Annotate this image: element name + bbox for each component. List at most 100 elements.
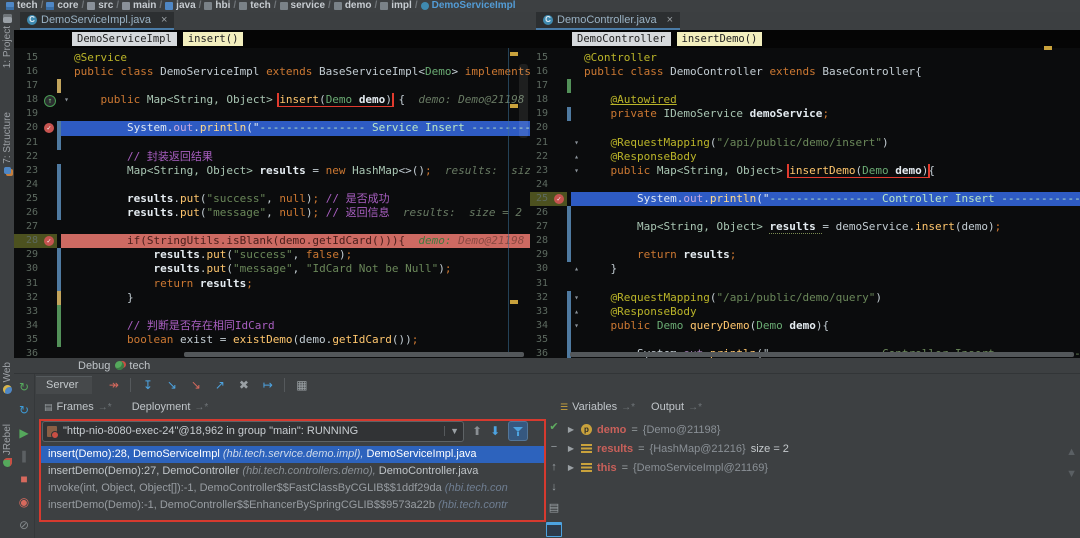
- chevron-down-icon[interactable]: ▼: [444, 426, 459, 436]
- fold-marker[interactable]: ▾: [571, 164, 582, 178]
- resume-program-button[interactable]: ▶: [16, 425, 32, 441]
- fold-marker[interactable]: [571, 178, 582, 192]
- toolwindow-structure[interactable]: 7: Structure: [0, 112, 14, 174]
- tab-democontroller-java[interactable]: C DemoController.java ×: [536, 12, 680, 30]
- line-number[interactable]: 20: [14, 121, 43, 135]
- code-line[interactable]: 29 return results;: [530, 248, 1080, 262]
- fold-marker[interactable]: [61, 79, 72, 93]
- fold-marker[interactable]: [571, 234, 582, 248]
- code-line[interactable]: 18 @Autowired: [530, 93, 1080, 107]
- gutter-icon-slot[interactable]: [43, 248, 57, 262]
- breadcrumb-member[interactable]: insert(): [183, 32, 244, 46]
- breakpoint-icon[interactable]: ✓: [554, 194, 564, 204]
- line-number[interactable]: 16: [530, 65, 553, 79]
- code-line[interactable]: 35 boolean exist = existDemo(demo.getIdC…: [14, 333, 530, 347]
- fold-marker[interactable]: [571, 65, 582, 79]
- tab-deployment[interactable]: Deployment →*: [124, 399, 217, 415]
- gutter-icon-slot[interactable]: [43, 150, 57, 164]
- step-out-button[interactable]: ↗: [212, 378, 227, 392]
- code-line[interactable]: 17: [14, 79, 530, 93]
- breadcrumb-item-src[interactable]: src: [87, 0, 113, 11]
- gutter-icon-slot[interactable]: [553, 234, 567, 248]
- code-line[interactable]: 25✓ System.out.println("----------------…: [530, 192, 1080, 206]
- gutter-icon-slot[interactable]: ✓: [43, 234, 57, 248]
- fold-marker[interactable]: [571, 192, 582, 206]
- fold-marker[interactable]: [61, 107, 72, 121]
- close-icon[interactable]: ×: [667, 14, 673, 26]
- fold-marker[interactable]: [571, 51, 582, 65]
- line-number[interactable]: 18: [530, 93, 553, 107]
- line-number[interactable]: 35: [14, 333, 43, 347]
- code-line[interactable]: 24: [530, 178, 1080, 192]
- breadcrumb-item-tech[interactable]: tech: [239, 0, 271, 11]
- editor-scrollbar[interactable]: [519, 64, 528, 138]
- fold-marker[interactable]: [571, 79, 582, 93]
- fold-marker[interactable]: [61, 291, 72, 305]
- gutter-icon-slot[interactable]: [43, 333, 57, 347]
- fold-marker[interactable]: [61, 206, 72, 220]
- breakpoint-icon[interactable]: ✓: [44, 236, 54, 246]
- tab-output[interactable]: Output →*: [643, 399, 710, 415]
- gutter-icon-slot[interactable]: [553, 291, 567, 305]
- expand-arrow-icon[interactable]: ▶: [566, 425, 576, 434]
- code-line[interactable]: 15@Service: [14, 51, 530, 65]
- update-application-button[interactable]: ↻: [16, 402, 32, 418]
- code-line[interactable]: 24: [14, 178, 530, 192]
- mute-breakpoints-button[interactable]: ⊘: [16, 517, 32, 533]
- gutter-icon-slot[interactable]: [553, 164, 567, 178]
- code-line[interactable]: 27: [14, 220, 530, 234]
- line-number[interactable]: 25: [14, 192, 43, 206]
- code-line[interactable]: 25 results.put("success", null); // 是否成功: [14, 192, 530, 206]
- fold-marker[interactable]: [61, 220, 72, 234]
- fold-marker[interactable]: [61, 121, 72, 135]
- line-number[interactable]: 34: [14, 319, 43, 333]
- gutter-icon-slot[interactable]: [553, 319, 567, 333]
- gutter-icon-slot[interactable]: [43, 291, 57, 305]
- expand-arrow-icon[interactable]: ▶: [566, 444, 576, 453]
- gutter-icon-slot[interactable]: [553, 51, 567, 65]
- code-line[interactable]: 21: [14, 136, 530, 150]
- breakpoint-icon[interactable]: ✓: [44, 123, 54, 133]
- gutter-icon-slot[interactable]: [43, 178, 57, 192]
- fold-marker[interactable]: [61, 305, 72, 319]
- thread-selector[interactable]: "http-nio-8080-exec-24"@18,962 in group …: [42, 421, 464, 442]
- fold-marker[interactable]: [61, 192, 72, 206]
- pause-program-button[interactable]: ∥: [16, 448, 32, 464]
- gutter-icon-slot[interactable]: [553, 65, 567, 79]
- fold-marker[interactable]: ▾: [61, 93, 72, 107]
- tab-frames[interactable]: ▤ Frames →*: [36, 399, 120, 415]
- line-number[interactable]: 31: [14, 277, 43, 291]
- line-number[interactable]: 35: [530, 333, 553, 347]
- line-number[interactable]: 28: [530, 234, 553, 248]
- fold-marker[interactable]: [61, 136, 72, 150]
- line-number[interactable]: 18: [14, 93, 43, 107]
- line-number[interactable]: 33: [530, 305, 553, 319]
- fold-marker[interactable]: [571, 220, 582, 234]
- code-line[interactable]: 32 }: [14, 291, 530, 305]
- implementing-method-icon[interactable]: ↑: [44, 95, 56, 107]
- collapse-icon[interactable]: −: [551, 441, 557, 453]
- code-line[interactable]: 18↑▾ public Map<String, Object> insert(D…: [14, 93, 530, 107]
- breadcrumb-item-main[interactable]: main: [122, 0, 156, 11]
- gutter-icon-slot[interactable]: [553, 107, 567, 121]
- drop-frame-button[interactable]: ✖: [236, 378, 251, 392]
- line-number[interactable]: 25: [530, 192, 553, 206]
- line-number[interactable]: 17: [530, 79, 553, 93]
- line-number[interactable]: 20: [530, 121, 553, 135]
- code-line[interactable]: 33▴ @ResponseBody: [530, 305, 1080, 319]
- line-number[interactable]: 24: [530, 178, 553, 192]
- gutter-icon-slot[interactable]: [43, 107, 57, 121]
- fold-marker[interactable]: ▴: [571, 305, 582, 319]
- fold-marker[interactable]: ▾: [571, 136, 582, 150]
- fold-marker[interactable]: [61, 262, 72, 276]
- code-line[interactable]: 16public class DemoController extends Ba…: [530, 65, 1080, 79]
- code-area-right[interactable]: 15@Controller16public class DemoControll…: [530, 48, 1080, 358]
- gutter-icon-slot[interactable]: [553, 136, 567, 150]
- scroll-down-icon[interactable]: ▼: [1066, 468, 1077, 480]
- line-number[interactable]: 36: [530, 347, 553, 358]
- breadcrumb-item-demoserviceimpl[interactable]: DemoServiceImpl: [421, 0, 516, 11]
- code-line[interactable]: 22 // 封装返回结果: [14, 150, 530, 164]
- gutter-icon-slot[interactable]: [553, 79, 567, 93]
- line-number[interactable]: 23: [530, 164, 553, 178]
- code-line[interactable]: 31: [530, 277, 1080, 291]
